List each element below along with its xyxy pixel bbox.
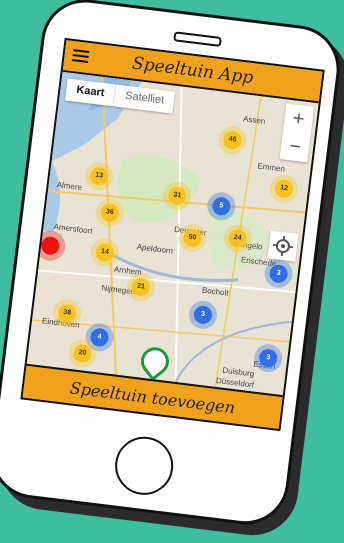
- my-location-button[interactable]: [267, 230, 298, 261]
- zoom-in-button[interactable]: +: [283, 103, 314, 134]
- phone-screen: Speeltuin App: [20, 38, 324, 431]
- map-view[interactable]: Kaart Satelliet + −: [27, 72, 319, 395]
- phone-speaker: [173, 31, 222, 47]
- home-button[interactable]: [112, 433, 177, 498]
- phone-body: Speeltuin App: [0, 0, 344, 529]
- crosshair-icon: [267, 230, 298, 261]
- zoom-out-button[interactable]: −: [280, 131, 311, 162]
- hamburger-menu-icon[interactable]: [72, 49, 89, 63]
- phone-illustration: Speeltuin App: [0, 0, 344, 543]
